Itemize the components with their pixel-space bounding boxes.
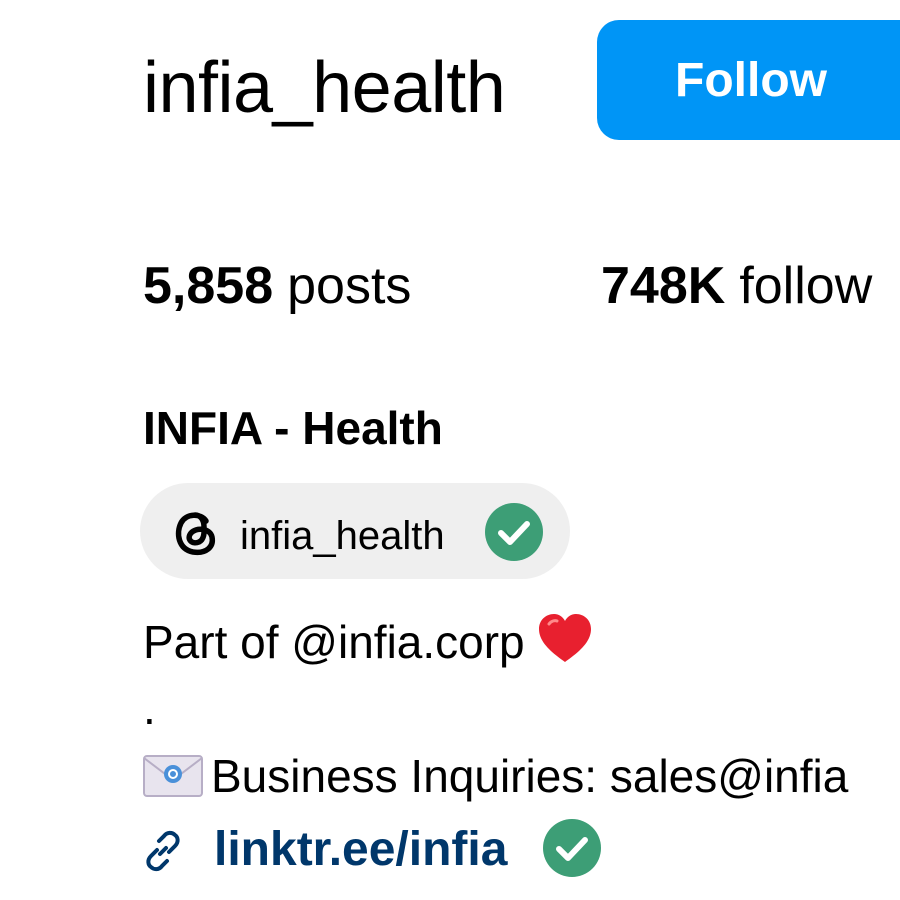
profile-header: infia_health Follow 5,858 posts 748K follo… xyxy=(0,0,900,900)
threads-handle: infia_health xyxy=(240,514,445,558)
follow-button-label: Follow xyxy=(675,54,827,107)
profile-username: infia_health xyxy=(143,48,506,128)
bio-link-row: linktr.ee/infia xyxy=(140,818,900,882)
business-inquiries-text: Business Inquiries: sales@infia xyxy=(211,750,849,802)
posts-count: 5,858 xyxy=(143,257,274,315)
bio-link[interactable]: linktr.ee/infia xyxy=(214,822,507,878)
threads-icon xyxy=(175,512,216,556)
bio-dot-line: . xyxy=(143,682,156,734)
followers-label: follow xyxy=(739,257,873,315)
bio-line-part-of: Part of @infia.corp xyxy=(143,612,593,670)
verified-badge-icon xyxy=(485,503,543,561)
bio-part-of-text: Part of @infia.corp xyxy=(143,616,525,668)
threads-badge-link[interactable]: infia_health xyxy=(140,483,570,579)
posts-stat: 5,858 posts xyxy=(143,254,411,318)
followers-stat[interactable]: 748K follow xyxy=(601,254,872,318)
heart-icon xyxy=(538,614,591,662)
follow-button[interactable]: Follow xyxy=(597,20,900,140)
link-icon xyxy=(146,830,180,872)
profile-stats: 5,858 posts 748K follow xyxy=(143,254,900,318)
posts-label: posts xyxy=(287,257,412,315)
envelope-icon xyxy=(143,755,203,797)
profile-full-name: INFIA - Health xyxy=(143,402,443,454)
verified-badge-icon xyxy=(543,819,601,877)
followers-count: 748K xyxy=(601,257,726,315)
bio-line-business: Business Inquiries: sales@infia xyxy=(143,748,848,804)
